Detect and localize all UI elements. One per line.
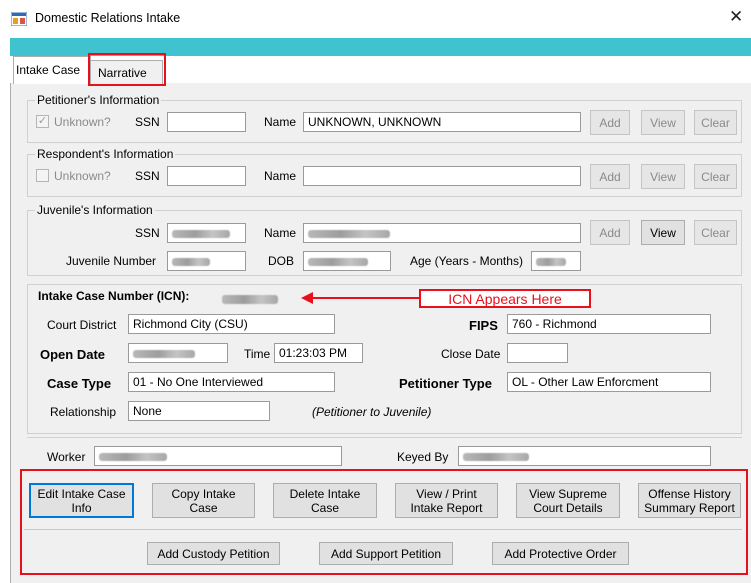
court-district-field[interactable]: Richmond City (CSU) [128,314,335,334]
callout-arrow-line [312,297,419,299]
juvenile-number-field[interactable] [167,251,246,271]
respondent-name-field[interactable] [303,166,581,186]
icn-label: Intake Case Number (ICN): [38,289,190,303]
petitioner-view-button[interactable]: View [641,110,685,135]
worker-label: Worker [47,450,86,464]
juvenile-section-title: Juvenile's Information [35,203,155,217]
delete-intake-case-line2: Case [310,500,339,515]
close-date-field[interactable] [507,343,568,363]
view-supreme-court-details-button[interactable]: View Supreme Court Details [516,483,620,518]
app-window-icon [10,11,28,27]
worker-field[interactable] [94,446,342,466]
juvenile-dob-label: DOB [268,254,295,268]
petitioner-name-label: Name [264,115,297,129]
relationship-note: (Petitioner to Juvenile) [312,405,432,419]
close-icon[interactable]: ✕ [729,7,743,27]
respondent-name-label: Name [264,169,297,183]
petitioner-section-title: Petitioner's Information [35,93,162,107]
juvenile-name-label: Name [264,226,297,240]
offense-history-summary-report-line2: Summary Report [644,500,735,515]
juvenile-ssn-field[interactable] [167,223,246,243]
edit-intake-case-info-line1: Edit Intake Case [37,486,126,501]
view-supreme-court-details-line2: Court Details [533,500,603,515]
delete-intake-case-line1: Delete Intake [289,486,361,501]
petitioner-clear-button[interactable]: Clear [694,110,737,135]
juvenile-age-field[interactable] [531,251,581,271]
petitioner-add-button[interactable]: Add [590,110,630,135]
view-supreme-court-details-line1: View Supreme [529,486,607,501]
respondent-unknown-checkbox[interactable] [36,169,49,182]
relationship-field[interactable]: None [128,401,270,421]
fips-label: FIPS [469,318,498,333]
copy-intake-case-button[interactable]: Copy Intake Case [152,483,255,518]
juvenile-clear-button[interactable]: Clear [694,220,737,245]
court-district-label: Court District [47,318,117,332]
respondent-add-button[interactable]: Add [590,164,630,189]
tab-intake-case[interactable]: Intake Case [13,56,91,84]
juvenile-add-button[interactable]: Add [590,220,630,245]
icn-callout-label: ICN Appears Here [419,289,591,308]
petitioner-ssn-field[interactable] [167,112,246,132]
juvenile-view-button[interactable]: View [641,220,685,245]
checkmark-icon: ✓ [37,115,48,127]
juvenile-age-label: Age (Years - Months) [410,254,523,268]
close-date-label: Close Date [441,347,501,361]
case-type-label: Case Type [47,376,112,391]
juvenile-name-field[interactable] [303,223,581,243]
petitioner-name-field[interactable]: UNKNOWN, UNKNOWN [303,112,581,132]
edit-intake-case-info-button[interactable]: Edit Intake Case Info [29,483,134,518]
petitioner-unknown-checkbox[interactable]: ✓ [36,115,49,128]
time-field[interactable]: 01:23:03 PM [274,343,363,363]
copy-intake-case-line1: Copy Intake [171,486,236,501]
keyed-by-label: Keyed By [397,450,449,464]
action-buttons-divider [24,529,742,530]
petitioner-unknown-label: Unknown? [54,115,111,129]
respondent-clear-button[interactable]: Clear [694,164,737,189]
juvenile-dob-field[interactable] [303,251,391,271]
respondent-view-button[interactable]: View [641,164,685,189]
petitioner-ssn-label: SSN [135,115,160,129]
respondent-ssn-field[interactable] [167,166,246,186]
open-date-field[interactable] [128,343,228,363]
delete-intake-case-button[interactable]: Delete Intake Case [273,483,377,518]
add-custody-petition-button[interactable]: Add Custody Petition [147,542,280,565]
offense-history-summary-report-line1: Offense History [648,486,731,501]
juvenile-number-label: Juvenile Number [66,254,157,268]
add-protective-order-button[interactable]: Add Protective Order [492,542,629,565]
window-title: Domestic Relations Intake [35,11,181,25]
open-date-label: Open Date [40,347,106,362]
time-label: Time [244,347,271,361]
view-print-intake-report-line1: View / Print [416,486,477,501]
add-support-petition-button[interactable]: Add Support Petition [319,542,453,565]
icn-value [222,292,278,306]
fips-field[interactable]: 760 - Richmond [507,314,711,334]
respondent-ssn-label: SSN [135,169,160,183]
edit-intake-case-info-line2: Info [71,500,92,515]
petitioner-type-field[interactable]: OL - Other Law Enforcment [507,372,711,392]
view-print-intake-report-button[interactable]: View / Print Intake Report [395,483,498,518]
juvenile-ssn-label: SSN [135,226,160,240]
narrative-tab-highlight [88,53,166,86]
petitioner-type-label: Petitioner Type [399,376,492,391]
separator-line [27,437,742,438]
case-type-field[interactable]: 01 - No One Interviewed [128,372,335,392]
keyed-by-field[interactable] [458,446,711,466]
copy-intake-case-line2: Case [189,500,218,515]
respondent-unknown-label: Unknown? [54,169,111,183]
relationship-label: Relationship [50,405,117,419]
view-print-intake-report-line2: Intake Report [410,500,483,515]
offense-history-summary-report-button[interactable]: Offense History Summary Report [638,483,741,518]
respondent-section-title: Respondent's Information [35,147,176,161]
